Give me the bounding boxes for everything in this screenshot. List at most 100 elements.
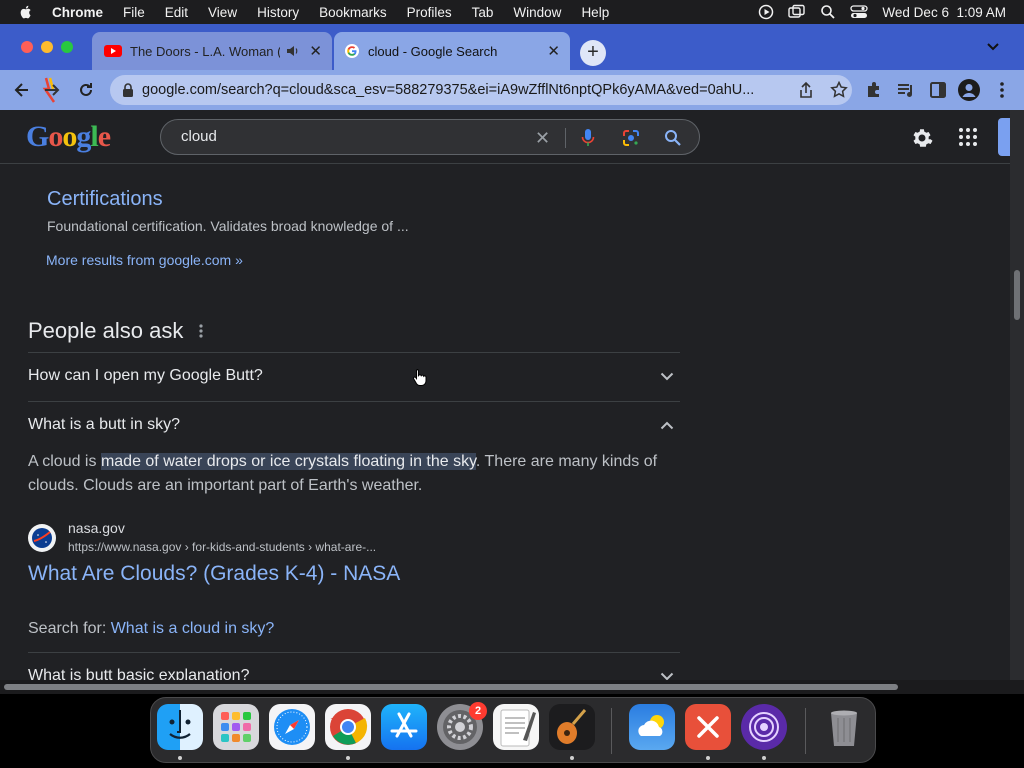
extensions-puzzle-icon[interactable] [864, 80, 884, 100]
scrollbar-thumb[interactable] [4, 684, 898, 690]
running-indicator [706, 756, 710, 760]
people-also-ask-heading: People also ask [28, 318, 184, 343]
menu-edit[interactable]: Edit [165, 5, 188, 20]
tab-google-search[interactable]: cloud - Google Search ✕ [334, 32, 570, 70]
close-window-button[interactable] [21, 41, 33, 53]
menu-history[interactable]: History [257, 5, 299, 20]
media-control-icon[interactable] [896, 80, 916, 100]
running-indicator [762, 756, 766, 760]
dock-weather[interactable] [629, 704, 675, 750]
running-indicator [346, 756, 350, 760]
reload-icon[interactable] [76, 80, 96, 100]
settings-gear-icon[interactable] [910, 126, 934, 150]
answer-prefix: A cloud is [28, 453, 101, 470]
dock-remote-desktop[interactable] [685, 704, 731, 750]
google-lens-icon[interactable] [621, 128, 641, 148]
search-icon[interactable] [663, 128, 683, 148]
dock-safari[interactable] [269, 704, 315, 750]
address-bar[interactable]: google.com/search?q=cloud&sca_esv=588279… [110, 75, 852, 105]
tab-youtube[interactable]: The Doors - L.A. Woman ( ✕ [92, 32, 332, 70]
chevron-up-icon[interactable] [660, 421, 674, 430]
more-options-icon[interactable] [199, 324, 203, 338]
minimize-window-button[interactable] [41, 41, 53, 53]
paa-question-1[interactable]: How can I open my Google Butt? [28, 367, 263, 385]
dock-trash[interactable] [821, 704, 867, 750]
profile-avatar[interactable] [958, 79, 980, 101]
speaker-icon[interactable] [286, 44, 300, 58]
paa-question-3[interactable]: What is butt basic explanation? [28, 667, 249, 680]
close-tab-icon[interactable]: ✕ [309, 42, 322, 60]
apple-menu-icon[interactable] [18, 4, 34, 20]
zoom-window-button[interactable] [61, 41, 73, 53]
apps-grid-icon[interactable] [958, 127, 978, 147]
cloud-sun-icon [638, 715, 664, 736]
chevron-down-icon[interactable] [660, 372, 674, 381]
dock: 2 [150, 697, 876, 763]
divider [28, 352, 680, 353]
youtube-icon [104, 45, 122, 57]
dock-finder[interactable] [157, 704, 203, 750]
tab-title: cloud - Google Search [368, 43, 498, 59]
result-site-name[interactable]: nasa.gov [68, 520, 125, 536]
control-center-icon[interactable] [850, 4, 869, 20]
sitelink-description: Foundational certification. Validates br… [47, 218, 409, 234]
vertical-scrollbar[interactable] [1010, 110, 1024, 680]
menubar-clock[interactable]: Wed Dec 6 1:09 AM [882, 5, 1006, 20]
nasa-favicon[interactable] [28, 524, 56, 552]
clear-search-icon[interactable]: ✕ [535, 128, 550, 149]
forward-arrow-icon[interactable] [42, 76, 64, 104]
scrollbar-thumb[interactable] [1014, 270, 1020, 320]
menu-window[interactable]: Window [513, 5, 561, 20]
bookmark-star-icon[interactable] [830, 81, 848, 99]
side-panel-icon[interactable] [928, 80, 948, 100]
dock-app-store[interactable] [381, 704, 427, 750]
search-input[interactable] [181, 128, 511, 145]
dock-garageband[interactable] [549, 704, 595, 750]
chevron-down-icon[interactable] [660, 672, 674, 680]
menu-app-name[interactable]: Chrome [52, 5, 103, 20]
back-arrow-icon[interactable] [12, 80, 32, 100]
result-title-link[interactable]: What Are Clouds? (Grades K-4) - NASA [28, 562, 400, 586]
menu-view[interactable]: View [208, 5, 237, 20]
google-icon [345, 44, 359, 58]
menu-profiles[interactable]: Profiles [407, 5, 452, 20]
lock-icon[interactable] [122, 83, 134, 97]
paa-question-2[interactable]: What is a butt in sky? [28, 416, 180, 434]
notification-badge: 2 [469, 702, 487, 720]
answer-highlight: made of water drops or ice crystals floa… [100, 453, 476, 470]
guitar-icon [557, 709, 587, 744]
dock-textedit[interactable] [493, 704, 539, 750]
nasa-logo-icon [32, 528, 52, 548]
chevron-down-icon[interactable] [986, 42, 1000, 52]
menu-file[interactable]: File [123, 5, 145, 20]
microphone-icon[interactable] [581, 128, 595, 148]
menu-bookmarks[interactable]: Bookmarks [319, 5, 387, 20]
dock-tor-browser[interactable] [741, 704, 787, 750]
horizontal-scrollbar[interactable] [0, 680, 1024, 694]
menu-tab[interactable]: Tab [472, 5, 494, 20]
new-tab-button[interactable]: + [580, 40, 606, 66]
share-icon[interactable] [798, 81, 814, 99]
more-menu-icon[interactable] [998, 80, 1006, 100]
url-text[interactable]: google.com/search?q=cloud&sca_esv=588279… [142, 82, 778, 98]
search-box[interactable]: ✕ [160, 119, 700, 155]
close-tab-icon[interactable]: ✕ [547, 42, 560, 60]
google-logo[interactable]: Google [26, 120, 111, 154]
menubar-status-area: Wed Dec 6 1:09 AM [758, 0, 1006, 24]
app-store-icon [390, 712, 418, 738]
spotlight-search-icon[interactable] [820, 4, 836, 20]
screen-mirroring-icon[interactable] [788, 4, 806, 20]
search-for-line: Search for: What is a cloud in sky? [28, 620, 274, 638]
tab-strip: The Doors - L.A. Woman ( ✕ cloud - Googl… [0, 24, 1024, 70]
screen-record-icon[interactable] [758, 4, 774, 20]
account-button[interactable] [998, 118, 1010, 156]
sitelink-title[interactable]: Certifications [47, 188, 163, 211]
tab-title: The Doors - L.A. Woman ( [130, 43, 280, 59]
result-url[interactable]: https://www.nasa.gov › for-kids-and-stud… [68, 540, 376, 554]
launchpad-icon [221, 712, 251, 742]
search-for-link[interactable]: What is a cloud in sky? [111, 620, 275, 637]
more-results-link[interactable]: More results from google.com » [46, 252, 243, 268]
dock-launchpad[interactable] [213, 704, 259, 750]
dock-chrome[interactable] [325, 704, 371, 750]
menu-help[interactable]: Help [581, 5, 609, 20]
